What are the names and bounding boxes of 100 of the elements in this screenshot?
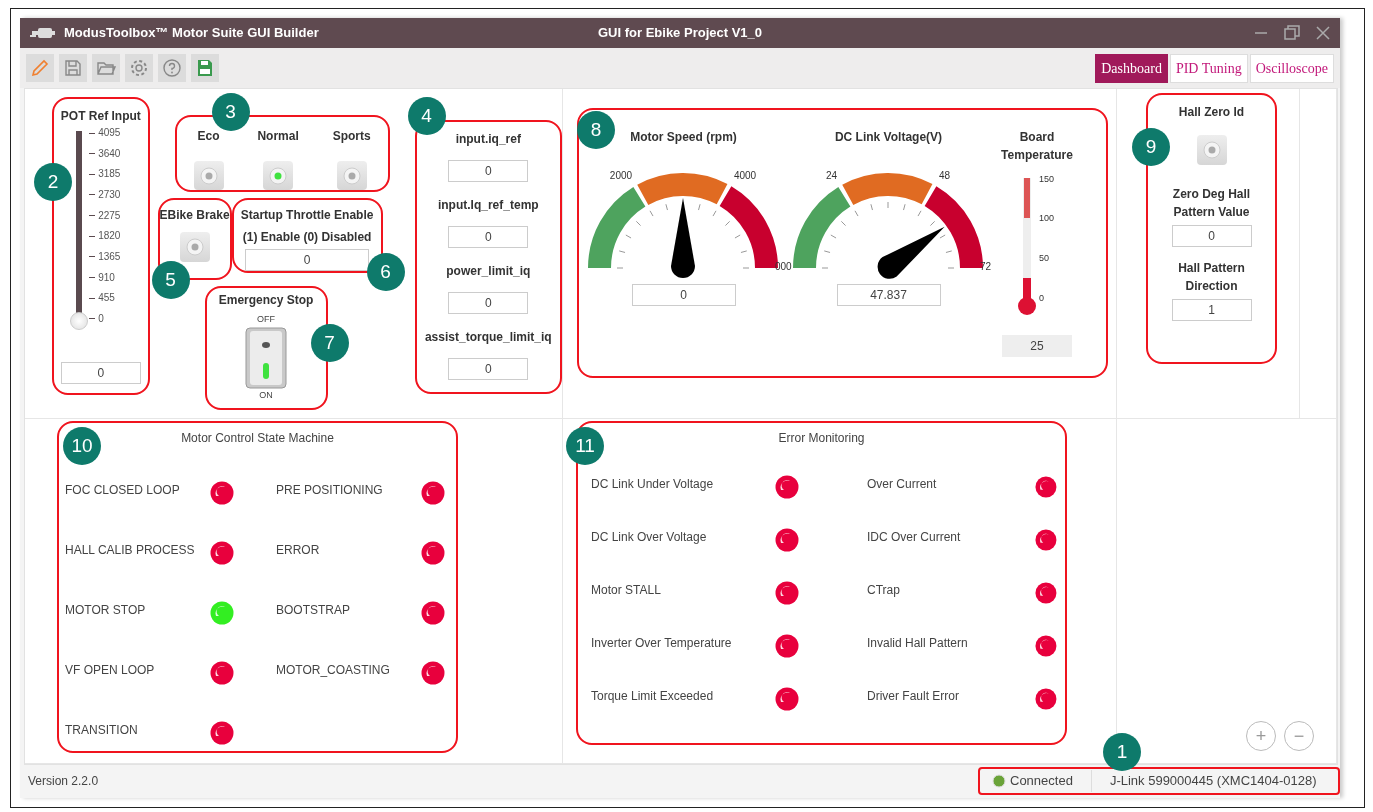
tick-mark xyxy=(89,215,96,217)
version-label: Version 2.2.0 xyxy=(28,773,99,790)
gauge-value[interactable]: 0 xyxy=(631,284,736,306)
field-label: Hall Pattern Direction xyxy=(1177,260,1246,295)
hall-label: Hall Zero Id xyxy=(1178,104,1245,121)
input-field[interactable]: 0 xyxy=(448,358,529,380)
state-label: BOOTSTRAP xyxy=(276,602,351,619)
mode-label: Sports xyxy=(332,128,371,145)
scale-label: 50 xyxy=(1039,253,1049,264)
state-label: HALL CALIB PROCESS xyxy=(65,542,196,559)
brake-label: EBike Brake xyxy=(159,207,230,224)
motor-logo-icon xyxy=(30,25,56,41)
scale-label: 100 xyxy=(1039,213,1055,224)
tick-label: 3185 xyxy=(98,169,121,180)
rocker-switch[interactable] xyxy=(245,326,288,389)
error-label: Invalid Hall Pattern xyxy=(867,635,969,652)
error-label: Over Current xyxy=(867,476,938,493)
tick-mark xyxy=(89,132,96,134)
gauge-label: DC Link Voltage(V) xyxy=(834,129,943,146)
error-label: Inverter Over Temperature xyxy=(591,635,733,652)
panel-title: Motor Control State Machine xyxy=(181,431,334,445)
pencil-icon xyxy=(30,58,50,78)
tab[interactable]: Oscilloscope xyxy=(1249,53,1334,83)
save-icon xyxy=(63,58,83,78)
input-field[interactable]: 0 xyxy=(245,249,370,271)
panel-title: Error Monitoring xyxy=(778,431,865,445)
callout-badge: 9 xyxy=(1132,128,1170,166)
scale-label: 150 xyxy=(1039,174,1055,184)
pencil-button[interactable] xyxy=(26,54,54,82)
tick-label: 1365 xyxy=(98,251,121,262)
mode-toggle[interactable] xyxy=(193,161,224,190)
export-file-icon xyxy=(195,58,215,78)
error-label: Driver Fault Error xyxy=(867,688,960,705)
folder-button[interactable] xyxy=(92,54,120,82)
tick-label: 2730 xyxy=(98,189,121,200)
tick-mark xyxy=(89,235,96,237)
switch-label: ON xyxy=(259,388,273,402)
input-field[interactable]: 0 xyxy=(1171,225,1252,247)
callout-badge: 3 xyxy=(211,93,250,131)
export-file-button[interactable] xyxy=(191,54,219,82)
field-label: assist_torque_limit_iq xyxy=(424,329,552,346)
input-field[interactable]: 0 xyxy=(448,292,529,314)
callout-badge: 4 xyxy=(407,97,446,135)
callout-badge: 2 xyxy=(34,163,72,201)
state-label: FOC CLOSED LOOP xyxy=(65,482,181,499)
callout-badge: 7 xyxy=(310,324,349,362)
error-label: Motor STALL xyxy=(591,582,662,599)
connection-status: Connected xyxy=(1010,772,1073,791)
field-label: Zero Deg Hall Pattern Value xyxy=(1171,186,1252,221)
app-title: ModusToolbox™ Motor Suite GUI Builder xyxy=(64,24,319,43)
gauge-scale-label: 000 xyxy=(775,261,792,272)
callout-badge: 8 xyxy=(577,111,615,149)
mode-label: Normal xyxy=(257,128,299,145)
window-title: GUI for Ebike Project V1_0 xyxy=(598,24,762,43)
input-field[interactable]: 0 xyxy=(448,160,529,182)
state-label: VF OPEN LOOP xyxy=(65,662,156,679)
tick-label: 0 xyxy=(98,313,104,324)
thermometer-label: Board Temperature xyxy=(1000,129,1074,164)
tick-mark xyxy=(89,297,96,299)
tick-mark xyxy=(89,194,96,196)
slider-thumb[interactable] xyxy=(70,312,89,330)
state-label: PRE POSITIONING xyxy=(276,482,384,499)
save-button[interactable] xyxy=(59,54,87,82)
error-label: CTrap xyxy=(867,582,901,599)
gauge-scale-label: 4000 xyxy=(733,169,757,181)
input-field[interactable]: 1 xyxy=(1171,299,1252,321)
tick-label: 455 xyxy=(98,293,115,304)
slider-label: POT Ref Input xyxy=(60,108,141,125)
callout-badge: 6 xyxy=(366,253,405,291)
tab[interactable]: PID Tuning xyxy=(1169,53,1248,83)
close-icon[interactable] xyxy=(1316,26,1330,40)
switch-label: OFF xyxy=(257,313,276,326)
gauge-needle xyxy=(877,226,945,279)
mode-toggle[interactable] xyxy=(336,161,367,190)
throttle-hint: (1) Enable (0) Disabled xyxy=(242,229,372,246)
temperature-value: 25 xyxy=(1002,335,1072,357)
gauge-value[interactable]: 47.837 xyxy=(836,284,941,306)
field-label: input.Iq_ref_temp xyxy=(437,197,539,214)
callout-badge: 10 xyxy=(63,427,101,465)
tab[interactable]: Dashboard xyxy=(1095,53,1168,83)
restore-icon[interactable] xyxy=(1284,25,1300,41)
input-field[interactable]: 0 xyxy=(60,362,141,384)
field-label: input.iq_ref xyxy=(455,131,521,148)
tick-label: 3640 xyxy=(98,148,121,159)
settings-button[interactable] xyxy=(125,54,153,82)
callout-badge: 5 xyxy=(151,261,190,299)
help-button[interactable] xyxy=(158,54,186,82)
input-field[interactable]: 0 xyxy=(448,226,529,248)
hall-toggle[interactable] xyxy=(1196,135,1227,165)
gauge-scale-label: 72 xyxy=(980,261,992,272)
state-label: ERROR xyxy=(276,542,321,559)
field-label: power_limit_iq xyxy=(446,263,531,280)
brake-toggle[interactable] xyxy=(179,232,210,262)
gauge-scale-label: 24 xyxy=(825,169,838,181)
throttle-label: Startup Throttle Enable xyxy=(240,207,374,224)
tick-label: 2275 xyxy=(98,210,121,221)
state-label: TRANSITION xyxy=(65,722,139,739)
mode-toggle[interactable] xyxy=(263,161,294,190)
tick-label: 910 xyxy=(98,272,115,283)
tick-mark xyxy=(89,153,96,155)
